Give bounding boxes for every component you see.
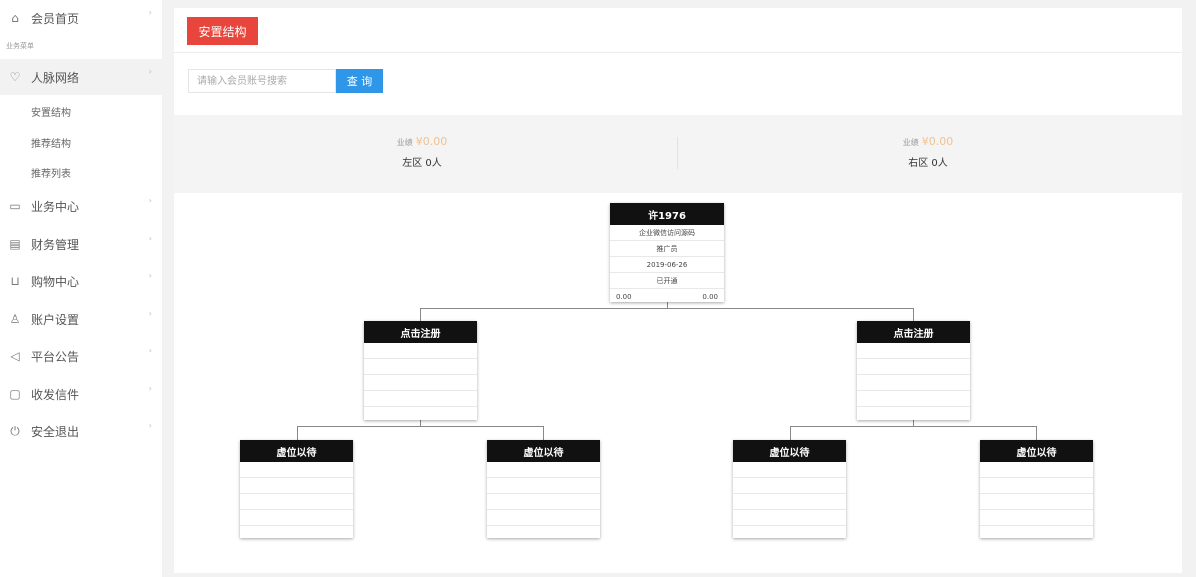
root-left-value: 0.00 xyxy=(616,292,632,301)
nav-network[interactable]: ♡ 人脉网络 › xyxy=(0,59,162,95)
nav-shopping[interactable]: ⊔ 购物中心 › xyxy=(0,263,162,299)
root-row-status: 已开通 xyxy=(610,273,724,289)
sub-item-referral-list[interactable]: 推荐列表 xyxy=(31,165,71,180)
sub-item-referral-structure[interactable]: 推荐结构 xyxy=(31,135,71,150)
nav-mail[interactable]: ▢ 收发信件 › xyxy=(0,376,162,412)
empty-row xyxy=(857,391,970,407)
chevron-icon: › xyxy=(148,8,152,17)
sub-item-placement[interactable]: 安置结构 xyxy=(31,104,71,119)
nav-business[interactable]: ▭ 业务中心 › xyxy=(0,188,162,224)
empty-row xyxy=(733,478,846,494)
root-right-value: 0.00 xyxy=(702,292,718,301)
vacant-label: 虚位以待 xyxy=(733,440,846,462)
vacant-label: 虚位以待 xyxy=(980,440,1093,462)
message-icon: ▢ xyxy=(9,387,21,401)
nav-logout-label: 安全退出 xyxy=(31,424,80,439)
nav-mail-label: 收发信件 xyxy=(31,387,80,402)
megaphone-icon: ◁ xyxy=(10,349,20,363)
nav-home[interactable]: ⌂ 会员首页 › xyxy=(0,0,162,36)
home-icon: ⌂ xyxy=(11,11,19,25)
root-row-date: 2019-06-26 xyxy=(610,257,724,273)
empty-row xyxy=(733,510,846,526)
vacant-label: 虚位以待 xyxy=(487,440,600,462)
power-icon: ⏻ xyxy=(10,423,20,438)
connector xyxy=(1036,426,1037,440)
vacant-card-4[interactable]: 虚位以待 xyxy=(980,440,1093,538)
empty-row xyxy=(364,343,477,359)
empty-row xyxy=(980,462,1093,478)
chevron-icon: › xyxy=(148,309,152,318)
nav-shopping-label: 购物中心 xyxy=(31,274,80,289)
connector xyxy=(543,426,544,440)
chevron-icon: › xyxy=(148,196,152,205)
root-member-name: 许1976 xyxy=(610,203,724,225)
vacant-card-1[interactable]: 虚位以待 xyxy=(240,440,353,538)
nav-account-label: 账户设置 xyxy=(31,312,80,327)
connector xyxy=(913,308,914,321)
empty-row xyxy=(487,462,600,478)
nav-finance[interactable]: ▤ 财务管理 › xyxy=(0,226,162,262)
register-card-right[interactable]: 点击注册 xyxy=(857,321,970,420)
root-member-card[interactable]: 许1976 企业微信访问源码 推广员 2019-06-26 已开通 0.00 0… xyxy=(610,203,724,302)
empty-row xyxy=(240,462,353,478)
register-card-left[interactable]: 点击注册 xyxy=(364,321,477,420)
card-icon: ▤ xyxy=(9,237,21,251)
chevron-icon: › xyxy=(148,67,152,76)
empty-row xyxy=(980,510,1093,526)
connector xyxy=(297,426,544,427)
empty-row xyxy=(487,478,600,494)
empty-row xyxy=(857,343,970,359)
nav-business-label: 业务中心 xyxy=(31,199,80,214)
root-row-values: 0.00 0.00 xyxy=(610,289,724,304)
nav-logout[interactable]: ⏻ 安全退出 › xyxy=(0,413,162,449)
empty-row xyxy=(857,375,970,391)
main-panel: 安置结构 查 询 业绩¥0.00 左区 0人 业绩¥0.00 右区 0人 许19 xyxy=(174,8,1182,573)
cart-icon: ⊔ xyxy=(10,274,20,288)
empty-row xyxy=(240,478,353,494)
empty-row xyxy=(364,375,477,391)
nav-finance-label: 财务管理 xyxy=(31,237,80,252)
chevron-icon: › xyxy=(148,384,152,393)
trophy-icon: ♡ xyxy=(9,70,21,84)
register-label: 点击注册 xyxy=(364,321,477,343)
vacant-card-3[interactable]: 虚位以待 xyxy=(733,440,846,538)
vacant-label: 虚位以待 xyxy=(240,440,353,462)
nav-account[interactable]: ♙ 账户设置 › xyxy=(0,301,162,337)
connector xyxy=(297,426,298,440)
empty-row xyxy=(364,391,477,407)
empty-row xyxy=(364,359,477,375)
connector xyxy=(420,308,421,321)
root-row-role: 推广员 xyxy=(610,241,724,257)
chevron-icon: › xyxy=(148,271,152,280)
empty-row xyxy=(857,359,970,375)
empty-row xyxy=(733,494,846,510)
nav-notice-label: 平台公告 xyxy=(31,349,80,364)
empty-row xyxy=(733,462,846,478)
user-icon: ♙ xyxy=(9,312,21,326)
sidebar: ⌂ 会员首页 › 业务菜单 ♡ 人脉网络 › 安置结构 推荐结构 推荐列表 ▭ … xyxy=(0,0,162,577)
monitor-icon: ▭ xyxy=(9,199,21,213)
empty-row xyxy=(487,494,600,510)
connector xyxy=(790,426,791,440)
chevron-icon: › xyxy=(148,234,152,243)
empty-row xyxy=(487,510,600,526)
connector xyxy=(790,426,1037,427)
section-label: 业务菜单 xyxy=(6,42,34,50)
empty-row xyxy=(240,510,353,526)
nav-notice[interactable]: ◁ 平台公告 › xyxy=(0,338,162,374)
empty-row xyxy=(240,494,353,510)
chevron-icon: › xyxy=(148,346,152,355)
register-label: 点击注册 xyxy=(857,321,970,343)
root-row-name: 企业微信访问源码 xyxy=(610,225,724,241)
empty-row xyxy=(980,494,1093,510)
nav-home-label: 会员首页 xyxy=(31,11,80,26)
chevron-icon: › xyxy=(148,421,152,430)
nav-network-label: 人脉网络 xyxy=(31,70,80,85)
placement-tree: 许1976 企业微信访问源码 推广员 2019-06-26 已开通 0.00 0… xyxy=(174,8,1182,573)
vacant-card-2[interactable]: 虚位以待 xyxy=(487,440,600,538)
connector xyxy=(420,308,913,309)
empty-row xyxy=(980,478,1093,494)
